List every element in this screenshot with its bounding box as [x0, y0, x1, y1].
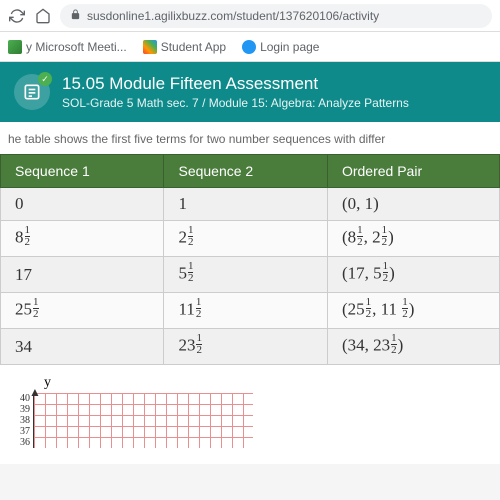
- cell: 212: [164, 221, 327, 257]
- graph-area: y 40 39 38 37 36 ▲: [0, 365, 500, 458]
- content-area: he table shows the first five terms for …: [0, 122, 500, 464]
- question-prompt: he table shows the first five terms for …: [0, 128, 500, 150]
- bookmark-label: Login page: [260, 40, 319, 54]
- url-bar[interactable]: susdonline1.agilixbuzz.com/student/13762…: [60, 4, 492, 28]
- cell: (34, 2312): [327, 329, 499, 365]
- reload-icon[interactable]: [8, 7, 26, 25]
- col-header-seq2: Sequence 2: [164, 155, 327, 188]
- table-header-row: Sequence 1 Sequence 2 Ordered Pair: [1, 155, 500, 188]
- tick-label: 39: [20, 404, 30, 415]
- cell: 812: [1, 221, 164, 257]
- bookmark-login[interactable]: Login page: [242, 40, 319, 54]
- breadcrumb: SOL-Grade 5 Math sec. 7 / Module 15: Alg…: [62, 96, 409, 110]
- y-axis-ticks: 40 39 38 37 36: [20, 393, 33, 448]
- cell: 512: [164, 257, 327, 293]
- header-text: 15.05 Module Fifteen Assessment SOL-Grad…: [62, 74, 409, 110]
- sequence-table: Sequence 1 Sequence 2 Ordered Pair 0 1 (…: [0, 154, 500, 365]
- table-row: 34 2312 (34, 2312): [1, 329, 500, 365]
- bookmark-label: y Microsoft Meeti...: [26, 40, 127, 54]
- cell: 17: [1, 257, 164, 293]
- graph-grid: ▲: [33, 393, 253, 448]
- check-badge-icon: ✓: [38, 72, 52, 86]
- bookmark-label: Student App: [161, 40, 226, 54]
- lock-icon: [70, 9, 81, 23]
- y-axis-label: y: [44, 375, 480, 391]
- cell: 1: [164, 188, 327, 221]
- table-row: 0 1 (0, 1): [1, 188, 500, 221]
- url-text: susdonline1.agilixbuzz.com/student/13762…: [87, 9, 379, 23]
- tick-label: 36: [20, 437, 30, 448]
- assessment-header: ✓ 15.05 Module Fifteen Assessment SOL-Gr…: [0, 62, 500, 122]
- cell: (0, 1): [327, 188, 499, 221]
- cell: 0: [1, 188, 164, 221]
- col-header-seq1: Sequence 1: [1, 155, 164, 188]
- cell: 2512: [1, 293, 164, 329]
- graph: 40 39 38 37 36 ▲: [20, 393, 480, 448]
- cell: (812, 212): [327, 221, 499, 257]
- cell: 2312: [164, 329, 327, 365]
- cell: (17, 512): [327, 257, 499, 293]
- bookmark-meeting[interactable]: y Microsoft Meeti...: [8, 40, 127, 54]
- page-title: 15.05 Module Fifteen Assessment: [62, 74, 409, 94]
- tick-label: 38: [20, 415, 30, 426]
- cell: 1112: [164, 293, 327, 329]
- assessment-icon: ✓: [14, 74, 50, 110]
- bookmark-icon: [143, 40, 157, 54]
- col-header-pair: Ordered Pair: [327, 155, 499, 188]
- bookmark-student-app[interactable]: Student App: [143, 40, 226, 54]
- browser-toolbar: susdonline1.agilixbuzz.com/student/13762…: [0, 0, 500, 32]
- arrow-up-icon: ▲: [29, 385, 41, 399]
- table-row: 812 212 (812, 212): [1, 221, 500, 257]
- cell: (2512, 11 12): [327, 293, 499, 329]
- bookmark-icon: [242, 40, 256, 54]
- table-row: 17 512 (17, 512): [1, 257, 500, 293]
- table-row: 2512 1112 (2512, 11 12): [1, 293, 500, 329]
- home-icon[interactable]: [34, 7, 52, 25]
- bookmarks-bar: y Microsoft Meeti... Student App Login p…: [0, 32, 500, 62]
- cell: 34: [1, 329, 164, 365]
- tick-label: 37: [20, 426, 30, 437]
- bookmark-icon: [8, 40, 22, 54]
